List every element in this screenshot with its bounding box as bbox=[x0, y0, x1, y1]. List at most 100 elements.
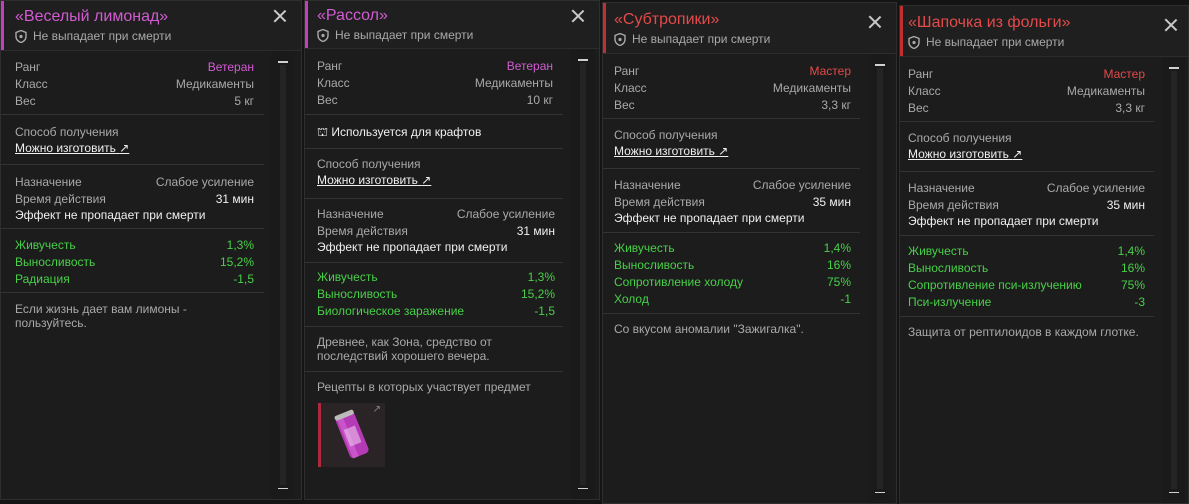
rank-value: Ветеран bbox=[506, 59, 553, 73]
weight-value: 3,3 кг bbox=[821, 98, 851, 112]
no-drop-label: Не выпадает при смерти bbox=[33, 29, 172, 43]
close-icon[interactable] bbox=[868, 15, 882, 29]
stat-value: -1 bbox=[840, 292, 851, 306]
scrollbar[interactable] bbox=[571, 49, 595, 499]
rank-value: Мастер bbox=[809, 64, 851, 78]
close-icon[interactable] bbox=[273, 9, 287, 23]
rank-value: Мастер bbox=[1103, 67, 1145, 81]
stat-name: Живучесть bbox=[908, 244, 969, 258]
description-line: Со вкусом аномалии "Зажигалка". bbox=[614, 322, 804, 336]
obtain-section: Способ получения Можно изготовить ↗ bbox=[1, 115, 264, 165]
class-label: Класс bbox=[15, 77, 48, 91]
weight-label: Вес bbox=[614, 98, 635, 112]
persist-note: Эффект не пропадает при смерти bbox=[908, 214, 1099, 228]
item-card-brine: «Рассол» Не выпадает при смерти Ранг Вет… bbox=[304, 0, 600, 500]
purpose-value: Слабое усиление bbox=[1046, 181, 1145, 195]
stat-name: Биологическое заражение bbox=[317, 304, 465, 318]
rank-label: Ранг bbox=[614, 64, 640, 78]
craft-use-row: ⛫ Используется для крафтов bbox=[317, 125, 481, 141]
rank-label: Ранг bbox=[908, 67, 934, 81]
stat-value: -1,5 bbox=[534, 304, 555, 318]
description-line: пользуйтесь. bbox=[15, 316, 87, 330]
purpose-value: Слабое усиление bbox=[155, 175, 254, 189]
duration-label: Время действия bbox=[908, 198, 999, 212]
external-link-icon: ↗ bbox=[119, 141, 130, 155]
obtain-label: Способ получения bbox=[317, 157, 421, 171]
class-label: Класс bbox=[908, 84, 941, 98]
weight-value: 10 кг bbox=[526, 93, 553, 107]
item-title: «Субтропики» bbox=[614, 11, 720, 28]
description-line: Защита от рептилоидов в каждом глотке. bbox=[908, 325, 1139, 339]
craftable-link[interactable]: Можно изготовить ↗ bbox=[908, 147, 1022, 161]
stat-value: 16% bbox=[826, 258, 851, 272]
stat-name: Сопротивление пси-излучению bbox=[908, 278, 1082, 292]
craftable-link[interactable]: Можно изготовить ↗ bbox=[15, 141, 129, 155]
persist-note: Эффект не пропадает при смерти bbox=[317, 240, 508, 254]
effect-section: Назначение Слабое усиление Время действи… bbox=[305, 199, 563, 263]
effect-section: Назначение Слабое усиление Время действи… bbox=[900, 172, 1154, 236]
stat-value: 16% bbox=[1120, 261, 1145, 275]
stat-name: Выносливость bbox=[614, 258, 695, 272]
shield-icon bbox=[317, 28, 329, 42]
stat-value: 15,2% bbox=[219, 255, 254, 269]
shield-icon bbox=[614, 32, 626, 46]
class-value: Медикаменты bbox=[772, 81, 851, 95]
stat-name: Живучесть bbox=[15, 238, 76, 252]
scrollbar[interactable] bbox=[1162, 57, 1186, 503]
purpose-label: Назначение bbox=[614, 178, 681, 192]
purpose-value: Слабое усиление bbox=[752, 178, 851, 192]
stat-value: 1,3% bbox=[527, 270, 555, 284]
craftable-link[interactable]: Можно изготовить ↗ bbox=[614, 144, 728, 158]
external-link-icon: ↗ bbox=[1012, 147, 1023, 161]
craftable-text: Можно изготовить bbox=[317, 173, 418, 187]
craftable-link[interactable]: Можно изготовить ↗ bbox=[317, 173, 431, 187]
no-drop-label: Не выпадает при смерти bbox=[335, 28, 474, 42]
item-title: «Веселый лимонад» bbox=[15, 8, 169, 25]
shield-icon bbox=[15, 29, 27, 43]
external-link-icon: ↗ bbox=[718, 144, 729, 158]
stat-value: 1,3% bbox=[226, 238, 254, 252]
weight-label: Вес bbox=[15, 94, 36, 108]
card-header: «Рассол» Не выпадает при смерти bbox=[305, 1, 599, 49]
close-icon[interactable] bbox=[571, 9, 585, 23]
weight-value: 3,3 кг bbox=[1115, 101, 1145, 115]
obtain-section: Способ получения Можно изготовить ↗ bbox=[900, 122, 1154, 172]
craftable-text: Можно изготовить bbox=[15, 141, 116, 155]
obtain-label: Способ получения bbox=[908, 131, 1012, 145]
weight-value: 5 кг bbox=[234, 94, 254, 108]
persist-note: Эффект не пропадает при смерти bbox=[15, 208, 206, 222]
no-drop-label: Не выпадает при смерти bbox=[632, 32, 771, 46]
purpose-label: Назначение bbox=[908, 181, 975, 195]
external-link-icon: ↗ bbox=[421, 173, 432, 187]
bonus-section: Живучесть 1,3% Выносливость 15,2% Биолог… bbox=[305, 263, 563, 327]
stat-value: 75% bbox=[826, 275, 851, 289]
stats-section: Ранг Мастер Класс Медикаменты Вес 3,3 кг bbox=[900, 57, 1154, 122]
purpose-value: Слабое усиление bbox=[456, 207, 555, 221]
bonus-section: Живучесть 1,4% Выносливость 16% Сопротив… bbox=[900, 236, 1154, 317]
card-header: «Шапочка из фольги» Не выпадает при смер… bbox=[900, 6, 1188, 57]
duration-value: 35 мин bbox=[812, 195, 851, 209]
close-icon[interactable] bbox=[1164, 18, 1178, 32]
craft-use-section: ⛫ Используется для крафтов bbox=[305, 115, 563, 149]
stat-name: Сопротивление холоду bbox=[614, 275, 744, 289]
item-card-lemonade: «Веселый лимонад» Не выпадает при смерти… bbox=[0, 0, 302, 500]
item-card-foil-hat: «Шапочка из фольги» Не выпадает при смер… bbox=[899, 5, 1189, 504]
rank-label: Ранг bbox=[317, 59, 343, 73]
workbench-icon: ⛫ bbox=[317, 125, 329, 139]
description: Древнее, как Зона, средство от последств… bbox=[305, 327, 563, 372]
no-drop-status: Не выпадает при смерти bbox=[317, 28, 473, 42]
card-header: «Субтропики» Не выпадает при смерти bbox=[603, 3, 896, 54]
card-header: «Веселый лимонад» Не выпадает при смерти bbox=[1, 1, 301, 51]
duration-value: 35 мин bbox=[1106, 198, 1145, 212]
stats-section: Ранг Мастер Класс Медикаменты Вес 3,3 кг bbox=[603, 54, 860, 119]
description-line: Если жизнь дает вам лимоны - bbox=[15, 302, 187, 316]
no-drop-status: Не выпадает при смерти bbox=[614, 32, 770, 46]
duration-value: 31 мин bbox=[215, 192, 254, 206]
scrollbar[interactable] bbox=[868, 54, 892, 503]
recipe-item-tile[interactable]: ↗ bbox=[318, 403, 385, 467]
effect-section: Назначение Слабое усиление Время действи… bbox=[603, 169, 860, 233]
recipes-label: Рецепты в которых участвует предмет bbox=[317, 380, 531, 394]
external-link-icon: ↗ bbox=[372, 404, 381, 415]
obtain-section: Способ получения Можно изготовить ↗ bbox=[603, 119, 860, 169]
scrollbar[interactable] bbox=[271, 51, 295, 499]
